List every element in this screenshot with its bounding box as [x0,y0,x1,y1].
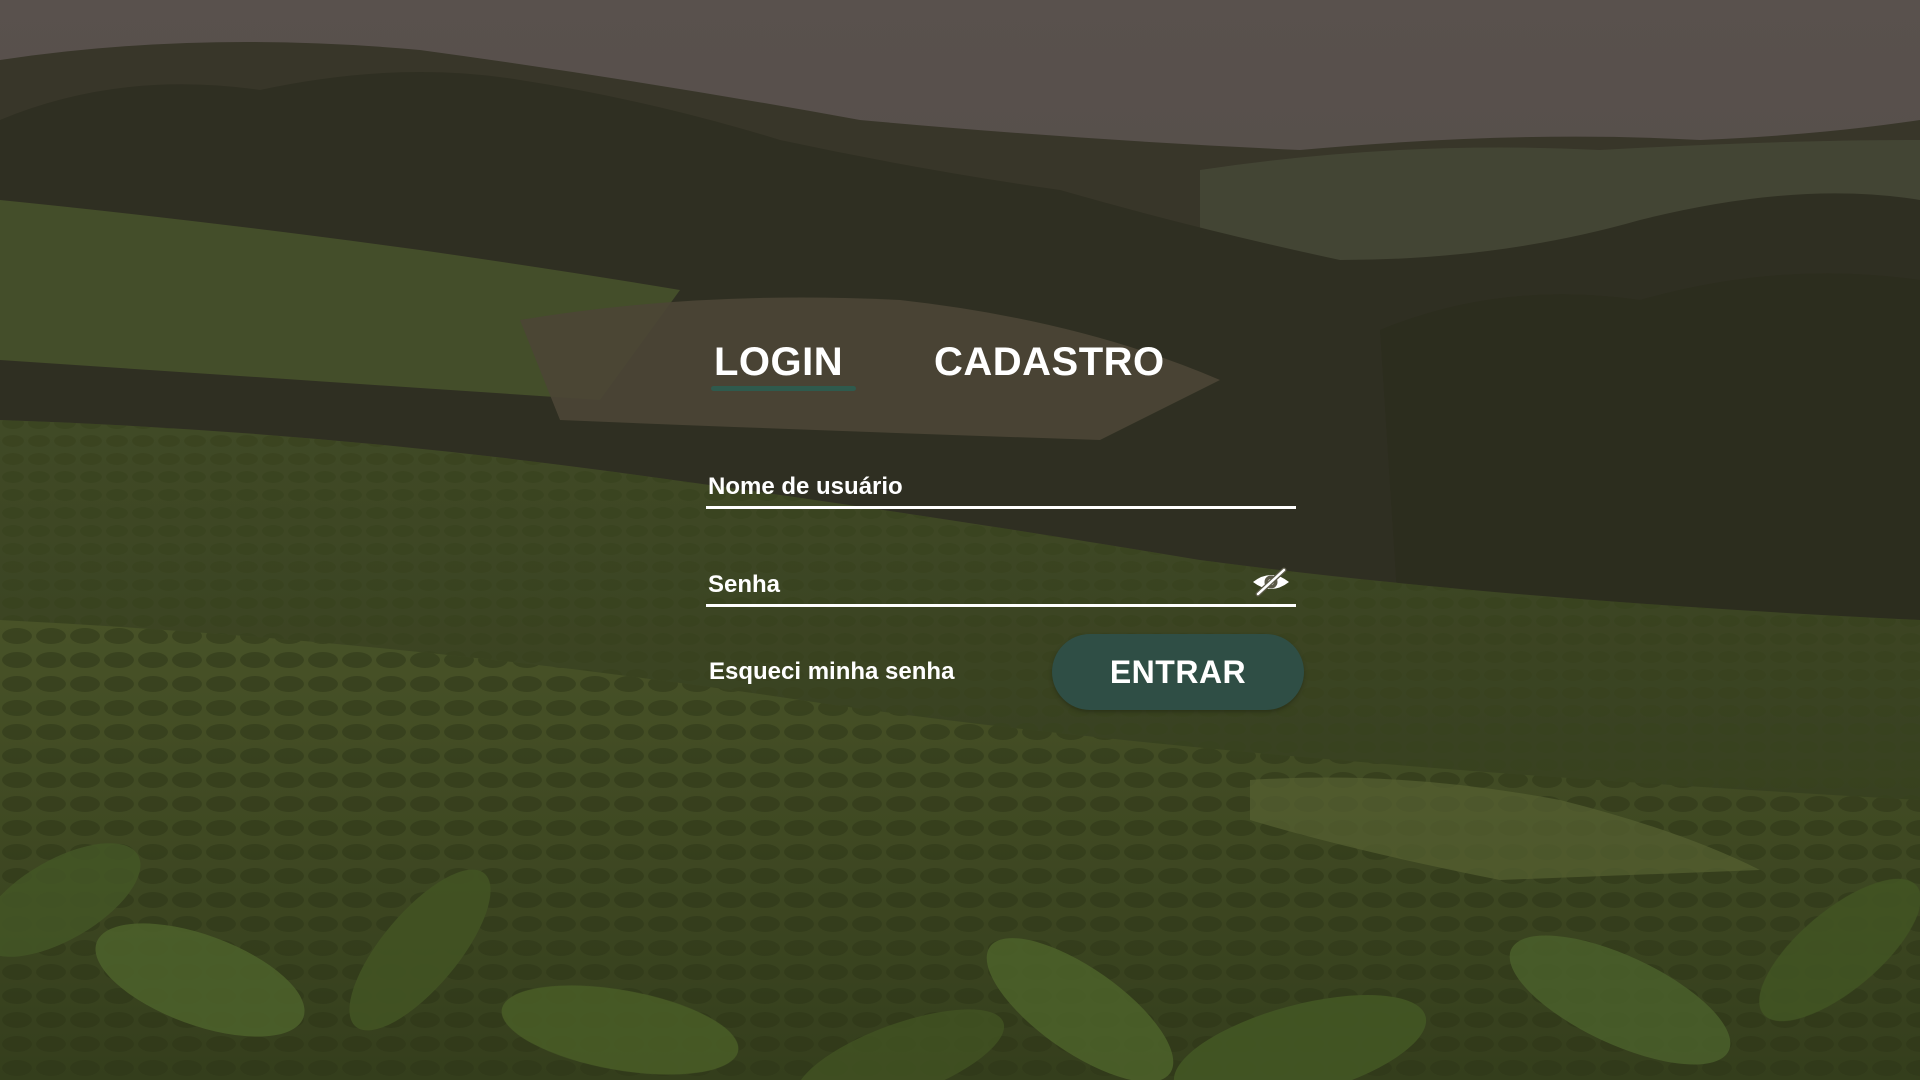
login-screen: LOGIN CADASTRO Esqueci minha senha ENTRA… [0,0,1920,1080]
tab-cadastro[interactable]: CADASTRO [934,336,1165,388]
password-field [706,564,1296,607]
username-input[interactable] [706,470,1230,504]
password-input[interactable] [706,568,1230,602]
eye-slash-icon[interactable] [1250,566,1292,598]
tab-login[interactable]: LOGIN [714,336,843,388]
forgot-password-link[interactable]: Esqueci minha senha [709,658,954,686]
login-form: LOGIN CADASTRO Esqueci minha senha ENTRA… [706,336,1306,716]
enter-button[interactable]: ENTRAR [1052,634,1304,710]
tab-login-underline [711,386,856,391]
username-field [706,466,1296,509]
